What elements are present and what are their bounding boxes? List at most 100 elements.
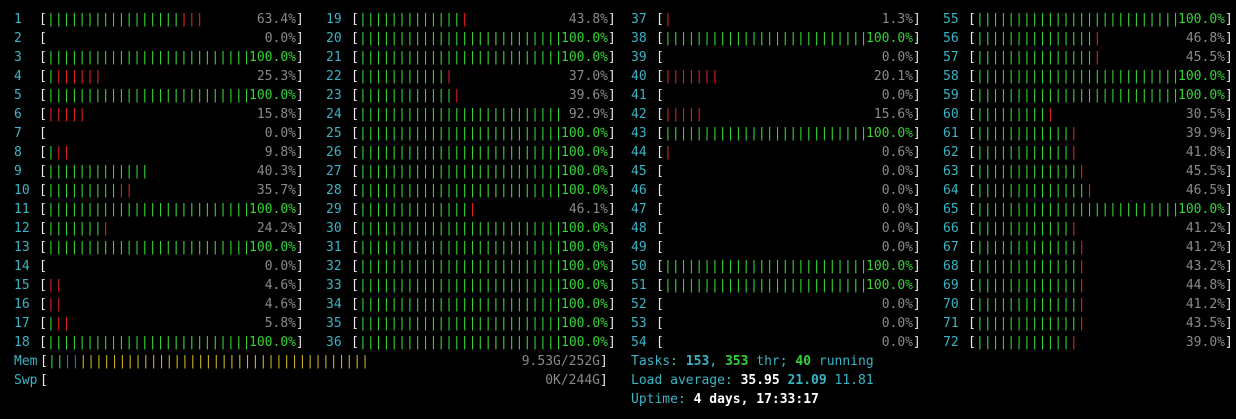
cpu-close-bracket: ] xyxy=(608,31,616,46)
cpu-meter-21: 21 [|||||||||||||||||||||||||| 100.0%] xyxy=(326,48,616,67)
threads-label: thr; xyxy=(748,354,796,369)
cpu-percent: 41.2% xyxy=(1185,297,1225,312)
cpu-percent: 46.8% xyxy=(1185,31,1225,46)
cpu-meter-31: 31 [|||||||||||||||||||||||||| 100.0%] xyxy=(326,238,616,257)
cpu-open-bracket: [ xyxy=(351,126,359,141)
cpu-number: 72 xyxy=(943,335,959,350)
cpu-percent: 100.0% xyxy=(866,259,913,274)
load-average-line: Load average: 35.95 21.09 11.81 xyxy=(631,371,874,390)
cpu-close-bracket: ] xyxy=(608,221,616,236)
swp-meter: Swp [ 0K/244G ] xyxy=(14,371,608,390)
cpu-close-bracket: ] xyxy=(1225,31,1233,46)
cpu-usage-bar: |||||||||||||||| xyxy=(976,31,1102,46)
cpu-close-bracket: ] xyxy=(296,297,304,312)
cpu-meter-36: 36 [|||||||||||||||||||||||||| 100.0%] xyxy=(326,333,616,352)
cpu-close-bracket: ] xyxy=(1225,259,1233,274)
cpu-percent: 41.2% xyxy=(1185,221,1225,236)
cpu-number: 13 xyxy=(14,240,30,255)
cpu-usage-bar: |||||||||||||||||||||||||| xyxy=(359,221,563,236)
cpu-percent: 0.0% xyxy=(881,88,913,103)
cpu-open-bracket: [ xyxy=(39,240,47,255)
cpu-number: 58 xyxy=(943,69,959,84)
cpu-close-bracket: ] xyxy=(296,50,304,65)
cpu-close-bracket: ] xyxy=(608,183,616,198)
cpu-number: 50 xyxy=(631,259,647,274)
cpu-open-bracket: [ xyxy=(351,164,359,179)
cpu-percent: 41.2% xyxy=(1185,240,1225,255)
cpu-percent: 46.1% xyxy=(568,202,608,217)
cpu-number: 37 xyxy=(631,12,647,27)
cpu-usage-bar: |||||||||||||||||||||||||| xyxy=(47,88,251,103)
cpu-usage-bar: |||||||||||||||||||||||||| xyxy=(359,107,563,122)
cpu-close-bracket: ] xyxy=(913,278,921,293)
cpu-number: 36 xyxy=(326,335,342,350)
cpu-percent: 100.0% xyxy=(561,126,608,141)
cpu-number: 15 xyxy=(14,278,30,293)
cpu-percent: 100.0% xyxy=(866,278,913,293)
cpu-percent: 43.2% xyxy=(1185,259,1225,274)
cpu-meter-27: 27 [|||||||||||||||||||||||||| 100.0%] xyxy=(326,162,616,181)
cpu-open-bracket: [ xyxy=(968,88,976,103)
cpu-open-bracket: [ xyxy=(656,240,664,255)
cpu-usage-bar: ||||||||||||||| xyxy=(359,202,477,217)
cpu-number: 44 xyxy=(631,145,647,160)
cpu-close-bracket: ] xyxy=(913,88,921,103)
cpu-close-bracket: ] xyxy=(1225,88,1233,103)
cpu-number: 71 xyxy=(943,316,959,331)
cpu-usage-bar: ||||||||||||| xyxy=(976,126,1078,141)
cpu-meter-2: 2 [0.0%] xyxy=(14,29,304,48)
cpu-open-bracket: [ xyxy=(39,126,47,141)
cpu-meter-19: 19 [|||||||||||||| 43.8%] xyxy=(326,10,616,29)
cpu-meter-11: 11 [|||||||||||||||||||||||||| 100.0%] xyxy=(14,200,304,219)
cpu-usage-bar: |||||||||||||||||||||||||| xyxy=(664,278,868,293)
cpu-open-bracket: [ xyxy=(39,69,47,84)
tasks-label: Tasks: xyxy=(631,354,686,369)
cpu-number: 3 xyxy=(14,50,22,65)
cpu-meter-13: 13 [|||||||||||||||||||||||||| 100.0%] xyxy=(14,238,304,257)
cpu-usage-bar: |||||||||||||||||||||||||| xyxy=(359,145,563,160)
cpu-percent: 0.0% xyxy=(264,126,296,141)
cpu-close-bracket: ] xyxy=(296,88,304,103)
cpu-open-bracket: [ xyxy=(656,278,664,293)
cpu-open-bracket: [ xyxy=(968,240,976,255)
cpu-percent: 0.0% xyxy=(264,31,296,46)
cpu-meter-22: 22 [|||||||||||| 37.0%] xyxy=(326,67,616,86)
cpu-close-bracket: ] xyxy=(1225,126,1233,141)
cpu-number: 10 xyxy=(14,183,30,198)
cpu-open-bracket: [ xyxy=(968,297,976,312)
cpu-open-bracket: [ xyxy=(39,50,47,65)
cpu-meter-30: 30 [|||||||||||||||||||||||||| 100.0%] xyxy=(326,219,616,238)
cpu-percent: 92.9% xyxy=(568,107,608,122)
cpu-percent: 100.0% xyxy=(561,221,608,236)
swp-value: 0K/244G xyxy=(545,373,600,388)
cpu-number: 40 xyxy=(631,69,647,84)
cpu-number: 30 xyxy=(326,221,342,236)
cpu-number: 7 xyxy=(14,126,22,141)
cpu-number: 62 xyxy=(943,145,959,160)
cpu-percent: 100.0% xyxy=(249,240,296,255)
cpu-percent: 37.0% xyxy=(568,69,608,84)
cpu-open-bracket: [ xyxy=(39,316,47,331)
cpu-close-bracket: ] xyxy=(296,259,304,274)
cpu-open-bracket: [ xyxy=(656,69,664,84)
cpu-open-bracket: [ xyxy=(656,202,664,217)
cpu-meter-41: 41 [0.0%] xyxy=(631,86,921,105)
mem-open-bracket: [ xyxy=(40,354,48,369)
cpu-percent: 100.0% xyxy=(249,88,296,103)
cpu-usage-bar: ||||||||||||| xyxy=(47,164,149,179)
cpu-number: 68 xyxy=(943,259,959,274)
cpu-open-bracket: [ xyxy=(968,31,976,46)
cpu-number: 49 xyxy=(631,240,647,255)
cpu-open-bracket: [ xyxy=(968,202,976,217)
htop-terminal: 1[|||||||||||||||||||| 63.4%] 2[0.0%] 3[|||… xyxy=(0,0,1236,419)
cpu-percent: 100.0% xyxy=(249,50,296,65)
cpu-percent: 39.0% xyxy=(1185,335,1225,350)
cpu-percent: 4.6% xyxy=(264,278,296,293)
cpu-close-bracket: ] xyxy=(608,297,616,312)
cpu-usage-bar: | xyxy=(664,12,672,27)
cpu-open-bracket: [ xyxy=(39,12,47,27)
cpu-meter-42: 42 [||||| 15.6%] xyxy=(631,105,921,124)
cpu-usage-bar: ||||||| xyxy=(664,69,719,84)
cpu-meter-24: 24 [|||||||||||||||||||||||||| 92.9%] xyxy=(326,105,616,124)
cpu-close-bracket: ] xyxy=(913,240,921,255)
